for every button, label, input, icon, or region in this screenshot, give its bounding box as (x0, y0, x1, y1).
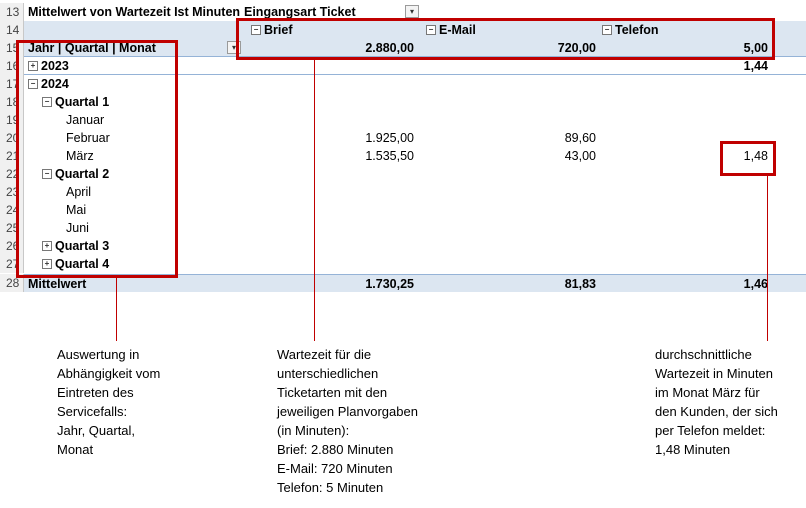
value-cell-telefon (596, 111, 768, 129)
value-cell-telefon (596, 75, 768, 93)
value-cell-email: 89,60 (564, 131, 596, 145)
value-cell-email (420, 219, 596, 237)
connector-line-middle (314, 60, 315, 341)
value-cell-telefon (596, 93, 768, 111)
pivot-title: Mittelwert von Wartezeit Ist Minuten (28, 5, 240, 19)
annotation-right: durchschnittliche Wartezeit in Minuten i… (655, 347, 778, 457)
value-cell-brief (244, 75, 414, 93)
value-cell-telefon (596, 183, 768, 201)
value-cell-email (420, 201, 596, 219)
total-telefon: 1,46 (743, 277, 768, 291)
value-cell-brief (244, 183, 414, 201)
value-cell-email (420, 183, 596, 201)
total-brief: 1.730,25 (365, 277, 414, 291)
annotation-left: Auswertung in Abhängigkeit vom Eintreten… (57, 347, 161, 457)
value-cell-brief (244, 237, 414, 255)
column-filter-button[interactable]: ▾ (405, 5, 419, 18)
annotation-middle: Wartezeit für die unterschiedlichen Tick… (277, 347, 418, 495)
value-cell-email: 43,00 (564, 149, 596, 163)
value-cell-brief: 1.925,00 (365, 131, 414, 145)
row-number[interactable]: 14 (0, 21, 24, 39)
value-cell-brief (244, 201, 414, 219)
value-cell-email (420, 165, 596, 183)
value-cell-brief (244, 165, 414, 183)
highlight-row-labels (16, 40, 178, 278)
value-cell-brief (244, 111, 414, 129)
row-number[interactable]: 13 (0, 3, 24, 21)
value-cell-brief: 1.535,50 (365, 149, 414, 163)
connector-line-left (116, 278, 117, 341)
total-email: 81,83 (564, 277, 596, 291)
value-cell-brief (244, 93, 414, 111)
connector-line-right (767, 176, 768, 341)
value-cell-brief (244, 255, 414, 273)
value-cell-telefon (596, 237, 768, 255)
value-cell-email (420, 111, 596, 129)
value-cell-telefon (596, 201, 768, 219)
value-cell-email (420, 93, 596, 111)
value-cell-brief (244, 219, 414, 237)
value-cell-telefon (596, 219, 768, 237)
highlight-maerz-telefon (720, 141, 776, 176)
value-cell-email (420, 75, 596, 93)
value-cell-telefon (596, 255, 768, 273)
value-cell-email (420, 255, 596, 273)
highlight-column-headers (236, 18, 775, 60)
value-cell-email (420, 237, 596, 255)
